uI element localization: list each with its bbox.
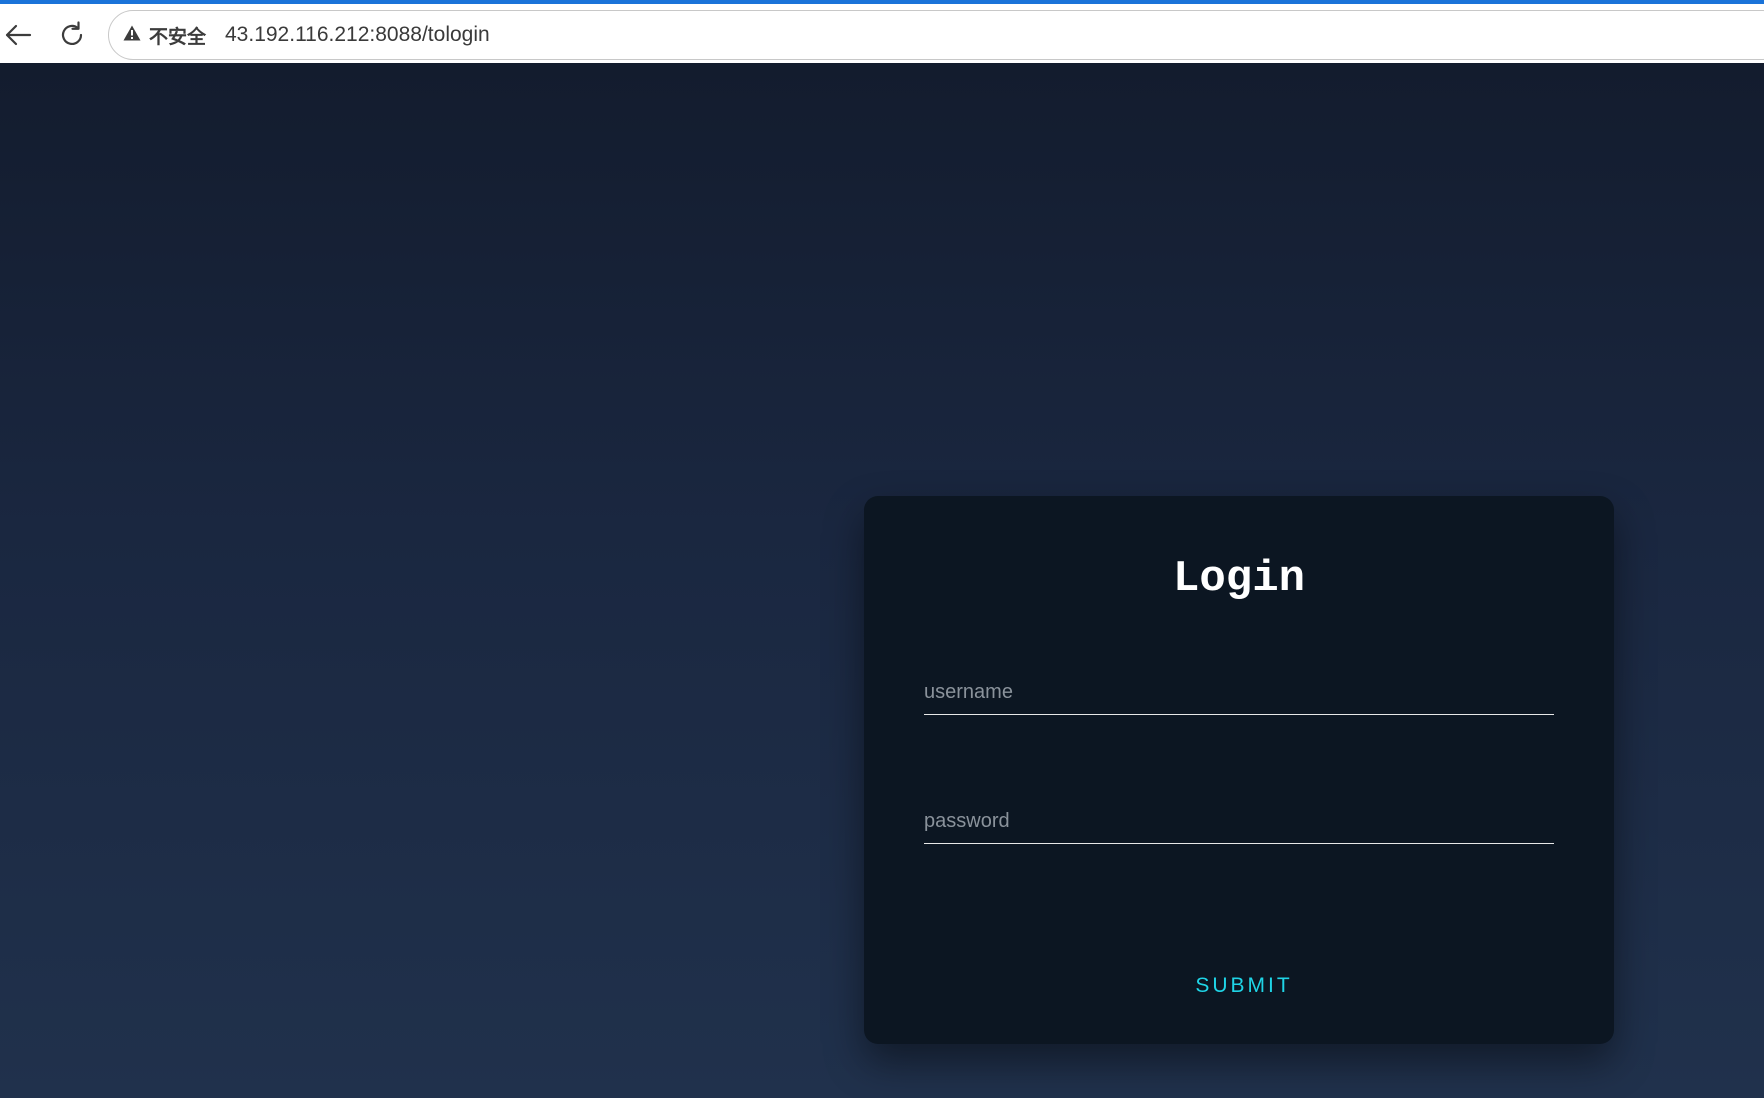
security-indicator[interactable]: 不安全 — [123, 11, 206, 59]
browser-toolbar: 不安全 43.192.116.212:8088/tologin — [0, 0, 1764, 63]
login-title: Login — [1172, 554, 1306, 604]
username-field-container — [924, 671, 1554, 715]
submit-button[interactable]: SUBMIT — [1179, 966, 1309, 1006]
warning-triangle-icon — [123, 25, 141, 45]
security-label: 不安全 — [149, 25, 207, 48]
address-bar[interactable]: 不安全 43.192.116.212:8088/tologin — [108, 10, 1764, 60]
url-text[interactable]: 43.192.116.212:8088/tologin — [225, 11, 490, 59]
username-input[interactable] — [924, 671, 1554, 714]
page-background: Login SUBMIT — [0, 63, 1764, 1098]
arrow-left-icon — [4, 24, 32, 46]
reload-icon — [58, 21, 86, 49]
password-field-container — [924, 800, 1554, 844]
login-card: Login SUBMIT — [864, 496, 1614, 1044]
reload-button[interactable] — [54, 17, 90, 53]
back-button[interactable] — [0, 17, 36, 53]
password-input[interactable] — [924, 800, 1554, 843]
